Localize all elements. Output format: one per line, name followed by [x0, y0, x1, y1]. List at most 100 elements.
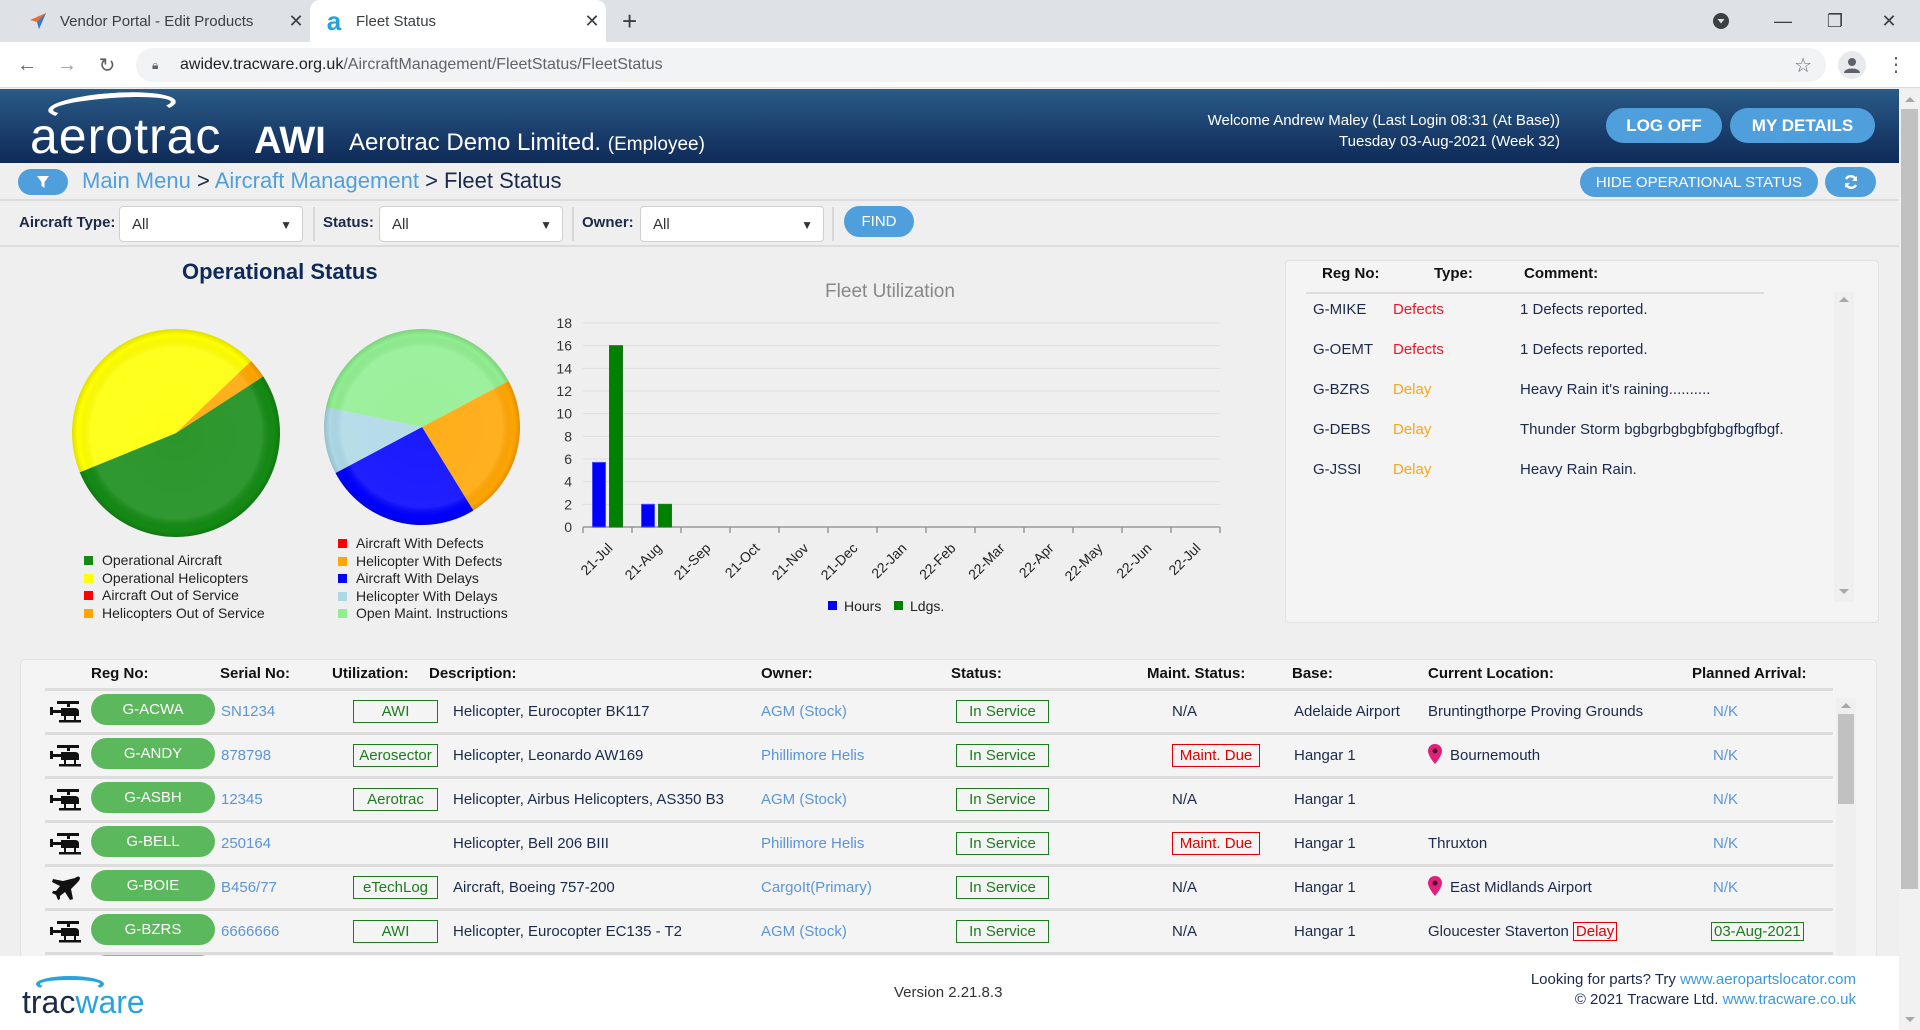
- legend-item[interactable]: Helicopter With Defects: [338, 553, 508, 571]
- legend-item[interactable]: Aircraft With Defects: [338, 535, 508, 553]
- fleet-table: Reg No: Serial No: Utilization: Descript…: [20, 659, 1877, 959]
- legend-item[interactable]: Aircraft Out of Service: [84, 587, 265, 605]
- aircraft-type-label: Aircraft Type:: [19, 214, 116, 231]
- legend-label[interactable]: Hours: [844, 598, 881, 614]
- reg-number-button[interactable]: G-ANDY: [91, 738, 215, 769]
- y-tick-label: 12: [556, 383, 572, 399]
- legend-item[interactable]: Operational Helicopters: [84, 570, 265, 588]
- profile-avatar-icon[interactable]: [1838, 51, 1866, 79]
- reg-number-button[interactable]: G-ACWA: [91, 694, 215, 725]
- bar-ldgs-21-aug[interactable]: [658, 503, 672, 528]
- scroll-up-arrow-icon[interactable]: [1905, 97, 1915, 102]
- fleet-table-row[interactable]: G-BELL 250164 Helicopter, Bell 206 BIII Phi…: [45, 823, 1833, 867]
- owner-link[interactable]: AGM (Stock): [761, 923, 847, 940]
- restore-icon[interactable]: ❐: [1812, 0, 1858, 42]
- scroll-up-arrow-icon[interactable]: [1839, 297, 1849, 302]
- owner-link[interactable]: AGM (Stock): [761, 703, 847, 720]
- refresh-button[interactable]: [1825, 167, 1876, 197]
- current-location: East Midlands Airport: [1428, 876, 1592, 896]
- scrollbar-thumb[interactable]: [1838, 714, 1854, 804]
- status-badge: In Service: [956, 876, 1049, 899]
- bar-ldgs-21-jul[interactable]: [609, 345, 623, 528]
- legend-item[interactable]: Aircraft With Delays: [338, 570, 508, 588]
- serial-number-link[interactable]: 878798: [221, 747, 271, 764]
- owner-link[interactable]: AGM (Stock): [761, 791, 847, 808]
- legend-item[interactable]: Operational Aircraft: [84, 552, 265, 570]
- tracware-link[interactable]: www.tracware.co.uk: [1723, 991, 1856, 1008]
- planned-arrival-link[interactable]: N/K: [1713, 835, 1738, 852]
- close-tab-icon[interactable]: ✕: [578, 11, 606, 32]
- browser-menu-icon[interactable]: ⋮: [1886, 52, 1906, 77]
- legend-item[interactable]: Helicopter With Delays: [338, 588, 508, 606]
- comment-row[interactable]: G-DEBS Delay Thunder Storm bgbgrbgbgbfgbgf…: [1286, 421, 1846, 445]
- legend-item[interactable]: Helicopters Out of Service: [84, 605, 265, 623]
- comment-row[interactable]: G-OEMT Defects 1 Defects reported.: [1286, 341, 1846, 365]
- forward-icon[interactable]: →: [52, 50, 82, 80]
- planned-arrival-link[interactable]: N/K: [1713, 791, 1738, 808]
- filter-toggle-button[interactable]: [18, 169, 68, 195]
- bookmark-star-icon[interactable]: ☆: [1794, 53, 1812, 78]
- serial-number-link[interactable]: B456/77: [221, 879, 277, 896]
- close-tab-icon[interactable]: ✕: [282, 11, 310, 32]
- browser-tab-fleet-status[interactable]: a Fleet Status ✕: [310, 0, 606, 42]
- page-scrollbar[interactable]: [1899, 89, 1920, 1030]
- breadcrumb-aircraft-management[interactable]: Aircraft Management: [215, 168, 419, 193]
- owner-link[interactable]: CargoIt(Primary): [761, 879, 872, 896]
- scroll-down-arrow-icon[interactable]: [1839, 589, 1849, 594]
- scroll-down-arrow-icon[interactable]: [1905, 1017, 1915, 1022]
- hide-operational-status-button[interactable]: HIDE OPERATIONAL STATUS: [1580, 167, 1818, 197]
- close-window-icon[interactable]: ✕: [1866, 0, 1912, 42]
- browser-tab-vendor-portal[interactable]: Vendor Portal - Edit Products ✕: [14, 0, 310, 42]
- reload-icon[interactable]: ↻: [92, 50, 122, 80]
- new-tab-icon[interactable]: +: [622, 6, 637, 37]
- reg-number-button[interactable]: G-ASBH: [91, 782, 215, 813]
- serial-number-link[interactable]: 12345: [221, 791, 263, 808]
- map-pin-icon[interactable]: [1428, 744, 1450, 764]
- tab-search-icon[interactable]: [1706, 0, 1736, 42]
- fleet-table-row[interactable]: G-BOIE B456/77 eTechLog Aircraft, Boeing 75…: [45, 867, 1833, 911]
- bar-hours-21-jul[interactable]: [592, 461, 606, 528]
- page-scrollbar-thumb[interactable]: [1901, 109, 1918, 889]
- comment-row[interactable]: G-JSSI Delay Heavy Rain Rain.: [1286, 461, 1846, 485]
- legend-item[interactable]: Open Maint. Instructions: [338, 605, 508, 623]
- tracware-logo-b: ware: [75, 984, 145, 1020]
- owner-link[interactable]: Phillimore Helis: [761, 835, 864, 852]
- reg-number-button[interactable]: G-BZRS: [91, 914, 215, 945]
- comments-scrollbar[interactable]: [1834, 292, 1854, 602]
- x-tick-label: 22-Feb: [916, 540, 959, 583]
- reg-number-button[interactable]: G-BELL: [91, 826, 215, 857]
- address-bar[interactable]: 🔒︎ awidev.tracware.org.uk/AircraftManage…: [136, 48, 1826, 82]
- my-details-button[interactable]: MY DETAILS: [1730, 108, 1875, 143]
- owner-link[interactable]: Phillimore Helis: [761, 747, 864, 764]
- planned-arrival-link[interactable]: N/K: [1713, 703, 1738, 720]
- planned-arrival-link[interactable]: N/K: [1713, 879, 1738, 896]
- reg-number-button[interactable]: G-BOIE: [91, 870, 215, 901]
- status-select[interactable]: All ▼: [379, 206, 563, 242]
- aeropartslocator-link[interactable]: www.aeropartslocator.com: [1680, 971, 1856, 988]
- serial-number-link[interactable]: SN1234: [221, 703, 275, 720]
- bar-hours-21-aug[interactable]: [641, 503, 655, 528]
- fleet-table-row[interactable]: G-ACWA SN1234 AWI Helicopter, Eurocopter BK…: [45, 691, 1833, 735]
- log-off-button[interactable]: LOG OFF: [1606, 108, 1722, 143]
- aircraft-type-select[interactable]: All ▼: [119, 206, 303, 242]
- owner-select[interactable]: All ▼: [640, 206, 824, 242]
- legend-label[interactable]: Ldgs.: [910, 598, 944, 614]
- scroll-up-arrow-icon[interactable]: [1841, 703, 1851, 708]
- comment-row[interactable]: G-MIKE Defects 1 Defects reported.: [1286, 301, 1846, 325]
- maint-due-badge: Maint. Due: [1172, 832, 1260, 855]
- comment-type: Defects: [1393, 341, 1444, 358]
- back-icon[interactable]: ←: [12, 50, 42, 80]
- fleet-table-scrollbar[interactable]: [1836, 698, 1856, 958]
- minimize-icon[interactable]: —: [1760, 0, 1806, 42]
- fleet-table-row[interactable]: G-BZRS 6666666 AWI Helicopter, Eurocopter E…: [45, 911, 1833, 955]
- serial-number-link[interactable]: 250164: [221, 835, 271, 852]
- fleet-table-row[interactable]: G-ASBH 12345 Aerotrac Helicopter, Airbus He…: [45, 779, 1833, 823]
- planned-arrival-link[interactable]: N/K: [1713, 747, 1738, 764]
- comment-row[interactable]: G-BZRS Delay Heavy Rain it's raining......…: [1286, 381, 1846, 405]
- serial-number-link[interactable]: 6666666: [221, 923, 279, 940]
- find-button[interactable]: FIND: [844, 206, 914, 237]
- map-pin-icon[interactable]: [1428, 876, 1450, 896]
- fleet-table-row[interactable]: G-ANDY 878798 Aerosector Helicopter, Leonar…: [45, 735, 1833, 779]
- breadcrumb-main-menu[interactable]: Main Menu: [82, 168, 191, 193]
- helicopter-icon: [49, 919, 83, 945]
